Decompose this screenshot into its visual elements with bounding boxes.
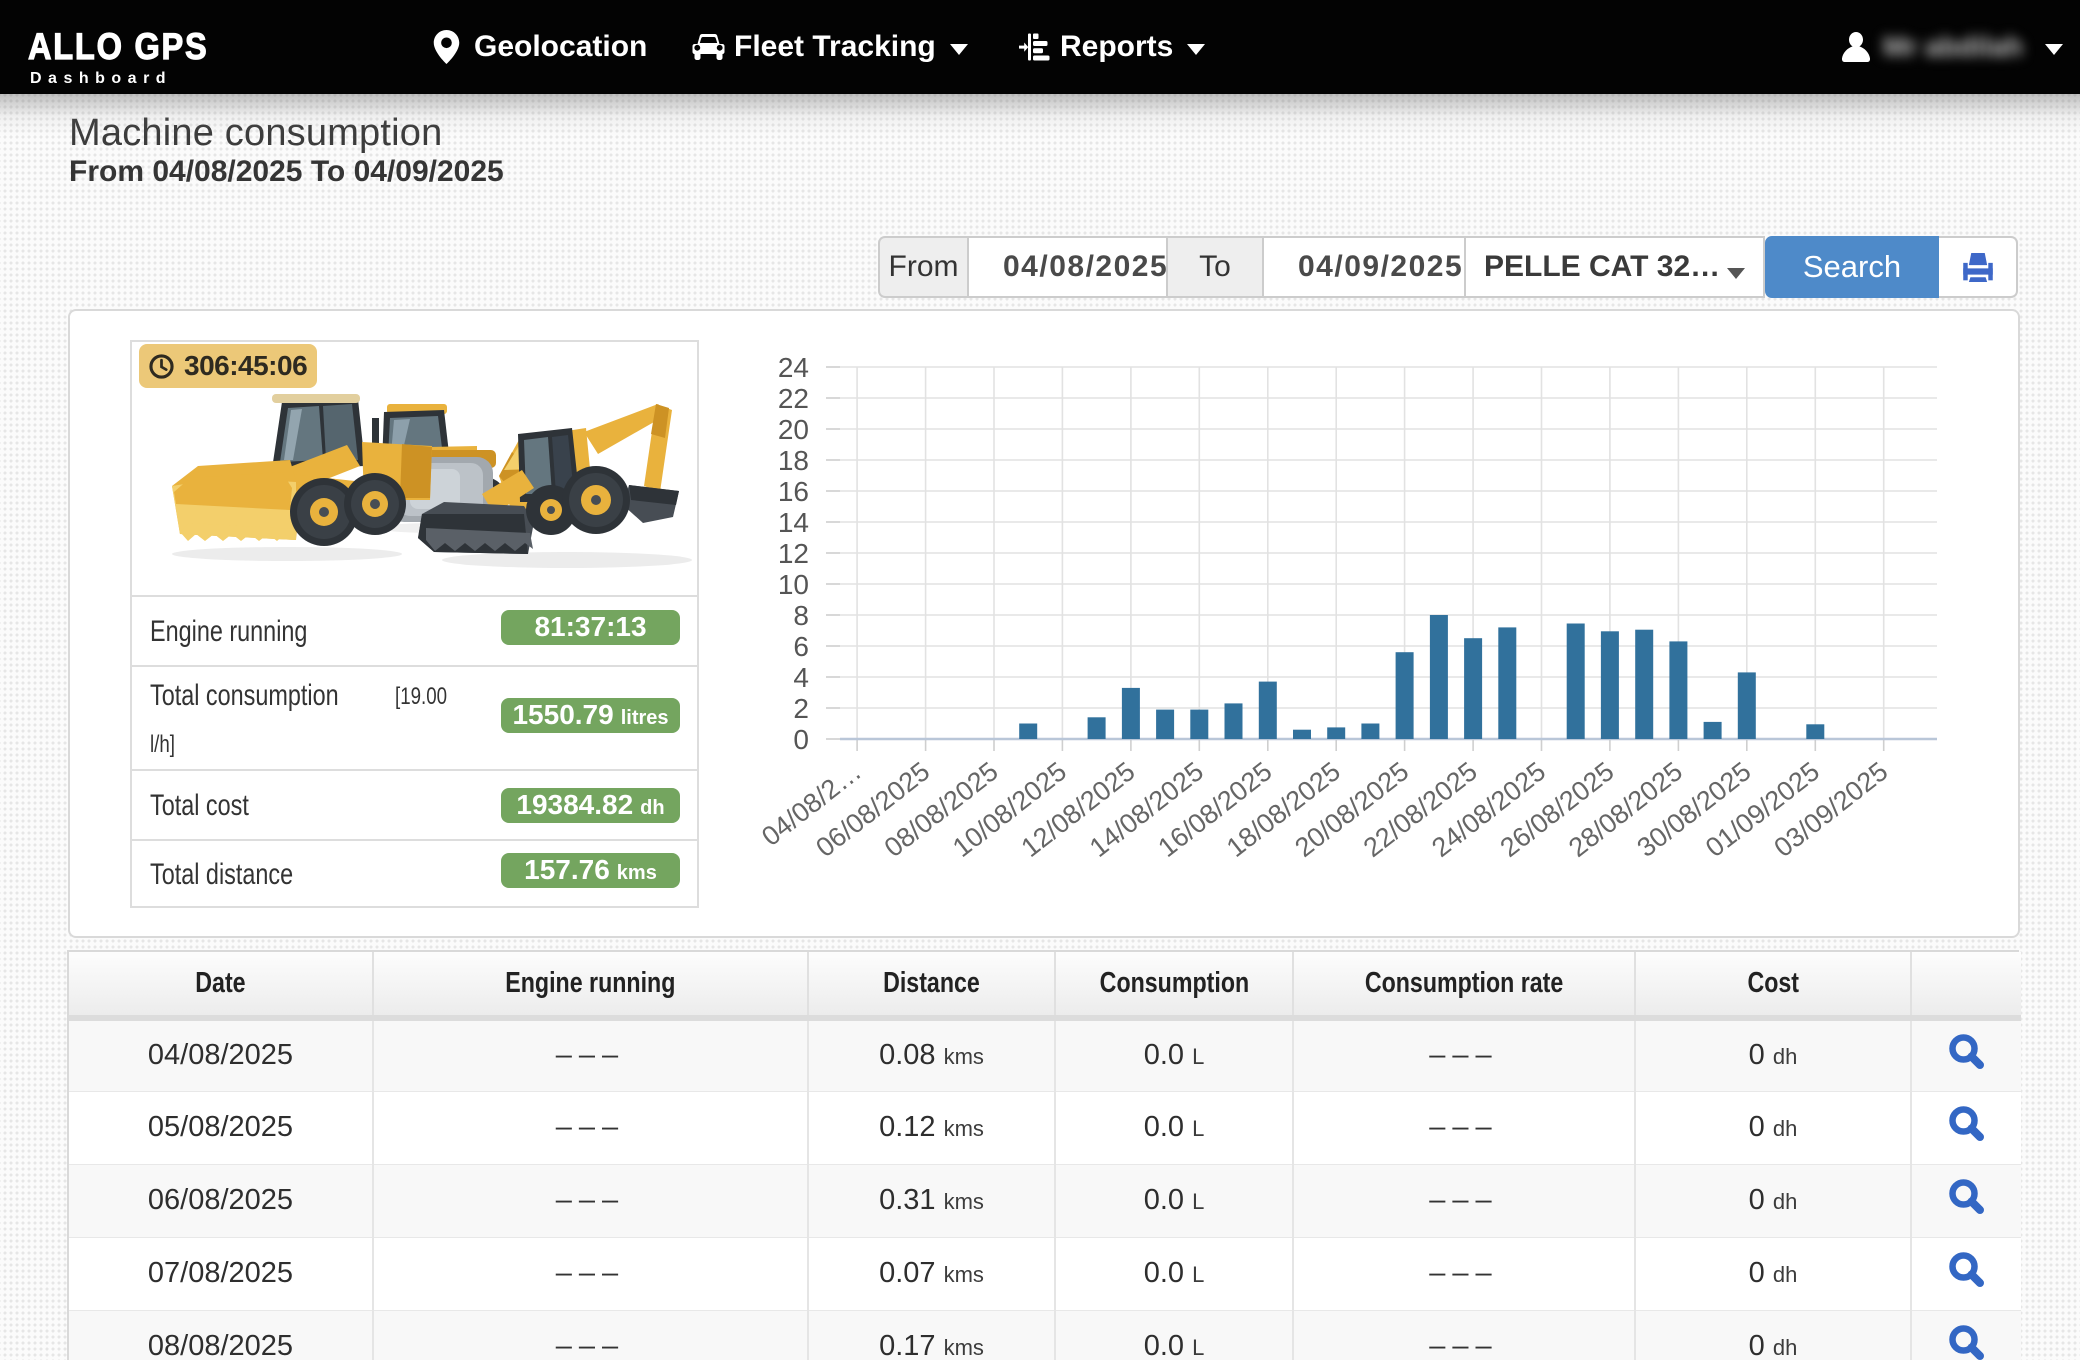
svg-text:6: 6 — [793, 631, 809, 662]
svg-text:20: 20 — [778, 414, 809, 445]
svg-text:22: 22 — [778, 383, 809, 414]
svg-text:4: 4 — [793, 662, 809, 693]
svg-text:18: 18 — [778, 445, 809, 476]
svg-text:10: 10 — [778, 569, 809, 600]
svg-text:14: 14 — [778, 507, 809, 538]
svg-text:0: 0 — [793, 724, 809, 755]
svg-text:24: 24 — [778, 352, 809, 383]
svg-text:12: 12 — [778, 538, 809, 569]
svg-text:2: 2 — [793, 693, 809, 724]
svg-text:8: 8 — [793, 600, 809, 631]
svg-text:16: 16 — [778, 476, 809, 507]
